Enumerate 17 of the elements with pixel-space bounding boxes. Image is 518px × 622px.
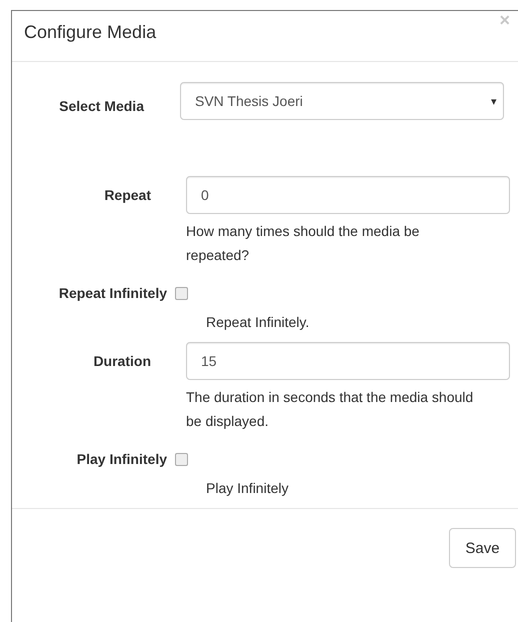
field-label: Repeat Infinitely	[58, 284, 168, 303]
caret-icon: ▾	[491, 94, 497, 108]
input-field[interactable]: 15	[186, 342, 510, 380]
help-text: Play Infinitely	[206, 479, 290, 498]
field-label: Play Infinitely	[76, 450, 168, 469]
media-dropdown[interactable]: SVN Thesis Joeri ▾	[180, 82, 504, 120]
input-field[interactable]: 0	[186, 176, 510, 214]
checkbox[interactable]	[175, 287, 188, 300]
dialog-title: Configure Media	[24, 21, 156, 44]
checkbox[interactable]	[175, 453, 188, 466]
help-text: The duration in seconds that the media should be displayed.	[186, 388, 474, 431]
help-text: Repeat Infinitely.	[206, 313, 310, 332]
field-label: Select Media	[59, 96, 146, 116]
field-label: Repeat	[104, 186, 152, 205]
field-label: Duration	[93, 352, 152, 371]
save-button[interactable]: Save	[449, 528, 516, 568]
help-text: How many times should the media be repeated?	[186, 222, 420, 265]
